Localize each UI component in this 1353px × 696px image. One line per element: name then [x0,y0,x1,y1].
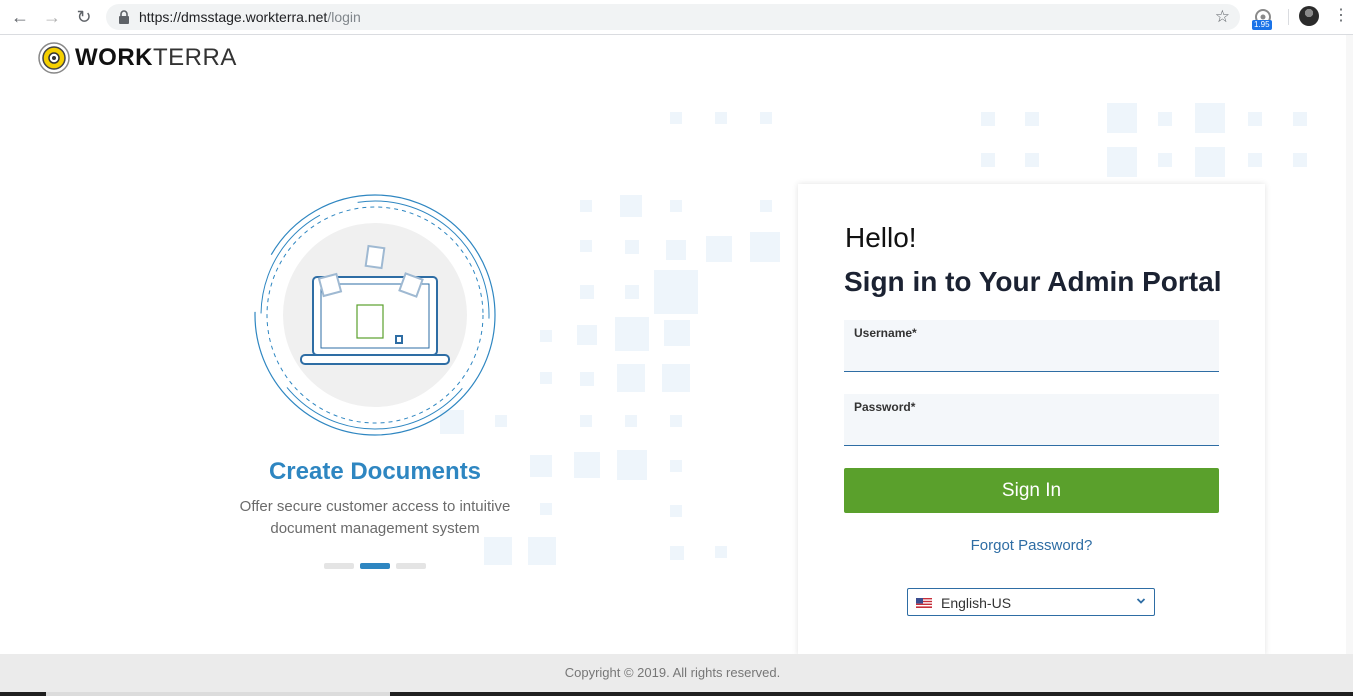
password-label: Password* [854,400,916,414]
logo-work: WORK [75,44,153,71]
greeting: Hello! [845,222,917,253]
page-title: Sign in to Your Admin Portal [844,266,1222,297]
laptop-documents-illustration [254,194,496,436]
reload-icon[interactable]: ↻ [72,6,96,28]
forgot-password-link[interactable]: Forgot Password? [844,537,1219,554]
username-input[interactable] [854,344,1208,368]
copyright-text: Copyright © 2019. All rights reserved. [564,665,781,680]
logo-text: WORKTERRA [75,44,237,72]
scrollbar[interactable] [1346,35,1353,654]
extension-badge: 1.95 [1252,20,1272,30]
lock-icon [119,10,129,24]
slide-title: Create Documents [268,458,482,485]
language-label: English-US [941,595,1012,611]
sign-in-button[interactable]: Sign In [844,468,1219,513]
kebab-menu-icon[interactable]: ⋮ [1333,7,1349,25]
workterra-logo[interactable]: WORKTERRA [38,42,237,74]
toolbar-divider [1288,9,1289,25]
us-flag-icon [916,598,932,608]
login-card: Hello! Sign in to Your Admin Portal User… [798,184,1265,656]
chevron-down-icon [1136,598,1146,604]
back-arrow-icon[interactable]: ← [8,6,32,28]
carousel-dot-3[interactable] [396,563,426,569]
carousel-dot-1[interactable] [324,563,354,569]
logo-terra: TERRA [152,44,237,71]
address-bar[interactable]: https://dmsstage.workterra.net/login ☆ [106,4,1240,30]
url-text: https://dmsstage.workterra.net/login [139,9,361,25]
taskbar-active-strip [46,692,390,696]
password-field[interactable]: Password* [844,394,1219,446]
logo-mark-icon [38,42,70,74]
language-select[interactable]: English-US [907,588,1155,616]
avatar[interactable] [1299,6,1319,26]
star-icon[interactable]: ☆ [1215,7,1230,27]
password-input[interactable] [854,418,1208,442]
page-footer: Copyright © 2019. All rights reserved. [0,654,1353,692]
username-field[interactable]: Username* [844,320,1219,372]
url-path: /login [327,9,361,25]
carousel-dot-2[interactable] [360,563,390,569]
forward-arrow-icon[interactable]: → [40,6,64,28]
browser-toolbar: ← → ↻ https://dmsstage.workterra.net/log… [0,0,1353,35]
carousel-indicators [324,563,426,569]
slide-description: Offer secure customer access to intuitiv… [239,498,511,537]
username-label: Username* [854,326,917,340]
url-host: https://dmsstage.workterra.net [139,9,328,25]
